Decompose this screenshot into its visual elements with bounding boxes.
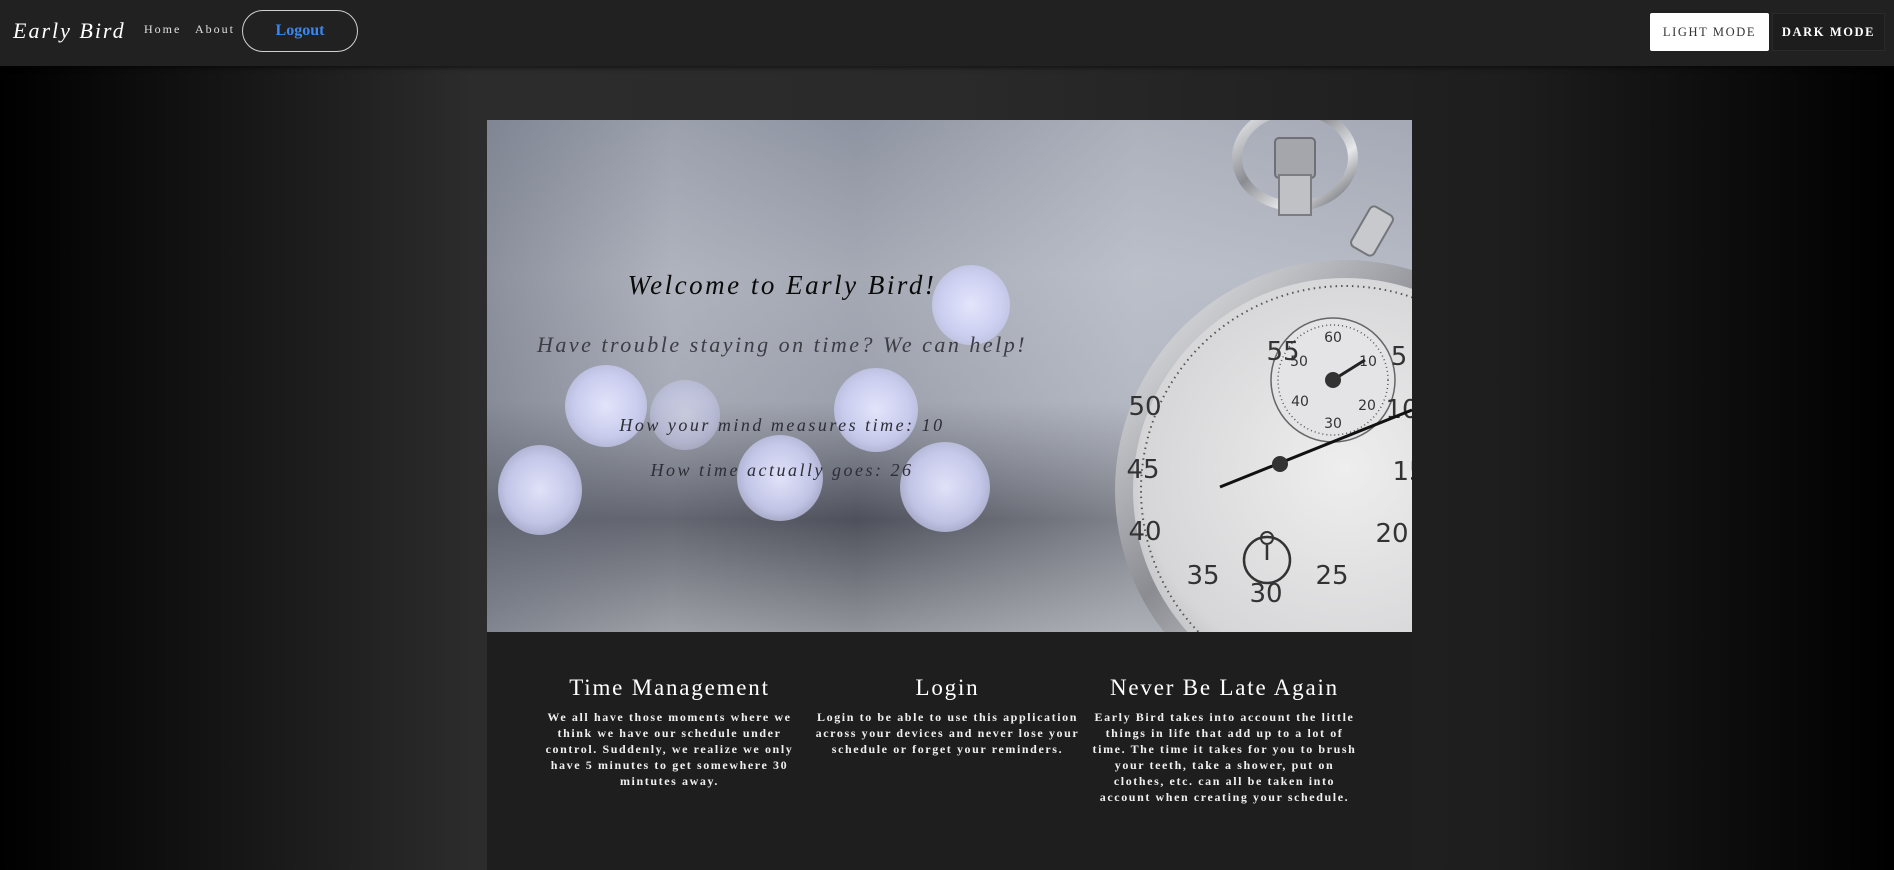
hero-subtitle: Have trouble staying on time? We can hel… xyxy=(536,332,1028,357)
feature-text: Early Bird takes into account the little… xyxy=(1092,710,1357,804)
svg-text:15: 15 xyxy=(1392,457,1412,487)
feature-title: Never Be Late Again xyxy=(1110,675,1339,700)
light-mode-button[interactable]: LIGHT MODE xyxy=(1650,13,1769,51)
bokeh-light xyxy=(834,368,918,452)
bokeh-light xyxy=(498,445,582,535)
svg-text:45: 45 xyxy=(1126,455,1159,485)
logout-button[interactable]: Logout xyxy=(242,10,358,52)
feature-never-late: Never Be Late Again Early Bird takes int… xyxy=(1092,675,1357,805)
feature-title: Time Management xyxy=(569,675,770,700)
svg-text:40: 40 xyxy=(1128,517,1161,547)
svg-text:5: 5 xyxy=(1391,342,1408,372)
main-container: 60 10 20 30 40 50 55 5 50 10 45 15 40 20… xyxy=(487,120,1412,870)
bokeh-light xyxy=(900,442,990,532)
mind-time-stat: How your mind measures time: 10 xyxy=(619,415,945,435)
feature-time-management: Time Management We all have those moment… xyxy=(537,675,802,789)
svg-text:60: 60 xyxy=(1324,330,1342,346)
svg-text:35: 35 xyxy=(1186,561,1219,591)
dark-mode-button[interactable]: DARK MODE xyxy=(1772,13,1885,51)
actual-time-stat: How time actually goes: 26 xyxy=(650,460,914,480)
brand-logo[interactable]: Early Bird xyxy=(13,18,126,44)
svg-text:25: 25 xyxy=(1315,561,1348,591)
hero-banner: 60 10 20 30 40 50 55 5 50 10 45 15 40 20… xyxy=(487,120,1412,632)
svg-text:20: 20 xyxy=(1375,519,1408,549)
svg-text:50: 50 xyxy=(1128,392,1161,422)
svg-text:30: 30 xyxy=(1324,416,1342,432)
nav-link-home[interactable]: Home xyxy=(144,22,181,37)
hero-title: Welcome to Early Bird! xyxy=(627,270,937,300)
svg-text:20: 20 xyxy=(1358,398,1376,414)
svg-text:55: 55 xyxy=(1266,337,1299,367)
feature-text: We all have those moments where we think… xyxy=(545,710,794,788)
svg-text:40: 40 xyxy=(1291,394,1309,410)
navbar: Early Bird Home About Logout LIGHT MODE … xyxy=(0,0,1894,66)
feature-login: Login Login to be able to use this appli… xyxy=(815,675,1080,757)
feature-title: Login xyxy=(915,675,980,700)
nav-link-about[interactable]: About xyxy=(195,22,235,37)
stopwatch-image: 60 10 20 30 40 50 55 5 50 10 45 15 40 20… xyxy=(1115,120,1412,632)
feature-text: Login to be able to use this application… xyxy=(815,710,1080,756)
